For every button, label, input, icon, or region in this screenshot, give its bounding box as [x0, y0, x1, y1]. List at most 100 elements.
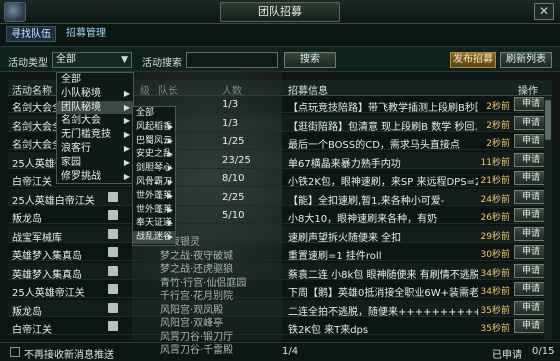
submenu-item[interactable]: 全部	[133, 107, 175, 120]
submenu-item-label: 战乱迷谷	[136, 232, 173, 243]
chevron-right-icon: ▶	[167, 233, 173, 242]
push-checkbox[interactable]	[10, 347, 20, 357]
chevron-right-icon: ▶	[123, 130, 130, 140]
chevron-right-icon: ▶	[167, 164, 173, 173]
refresh-button[interactable]: 刷新列表	[500, 52, 552, 68]
search-button[interactable]: 搜索	[284, 52, 336, 68]
background-list-item: 风霄刀谷·千雷殿	[160, 345, 234, 356]
submenu-item[interactable]: 巴蜀风云 ▶	[133, 135, 175, 148]
chevron-right-icon: ▶	[167, 191, 173, 200]
app-icon	[4, 2, 26, 22]
window-title: 团队招募	[220, 2, 340, 22]
filter-bar: 活动类型 全部 ▼ 活动搜索 搜索 发布招募 刷新列表	[0, 46, 560, 72]
table-row[interactable]: 叛龙岛 5/10 小8大10，眼神速刷来各种，有奶 26秒前 申请	[8, 207, 552, 225]
team-dungeon-submenu: 全部 风起稻香 ▶ 巴蜀风云 ▶ 安史之乱 ▶ 剑胆琴心 ▶ 风骨霸刀 ▶ 世外蓬莱 ▶ 世外蓬莱 ▶ 奉天证…	[132, 106, 176, 246]
scrollbar[interactable]	[544, 96, 552, 340]
background-list-item: 梦之战·还虎驱狼	[160, 264, 234, 275]
class-icon	[108, 302, 118, 313]
activity-name: 英雄梦入集真岛	[12, 251, 82, 262]
background-list-item: 一夜银灵	[160, 237, 200, 248]
recruit-info: 速刷声望拆火随便来 全扣	[288, 232, 402, 244]
submenu-item-label: 风骨霸刀	[136, 177, 173, 187]
publish-button[interactable]: 发布招募	[450, 52, 496, 68]
apply-button[interactable]: 申请	[514, 208, 548, 222]
post-time: 2秒前	[486, 120, 510, 131]
class-icon	[108, 228, 118, 239]
activity-type-select[interactable]: 全部 ▼	[52, 52, 132, 68]
col-info: 招募信息	[288, 86, 328, 97]
recruit-info: 【能】全扣速刷,暂1,来各种小可爱-	[288, 195, 445, 207]
apply-button[interactable]: 申请	[514, 282, 548, 296]
submenu-item[interactable]: 奉天证道 ▶	[133, 217, 175, 230]
menu-item[interactable]: 团队秘境 ▶	[57, 100, 133, 115]
background-list-item: 风霄刀谷·锻刀厅	[160, 331, 234, 343]
submenu-item[interactable]: 剑胆琴心 ▶	[133, 162, 175, 175]
activity-type-dropdown: 全部 小队秘境 ▶ 团队秘境 ▶ 名剑大会 ▶ 无门槛竞技 ▶ 浪客行 ▶ 家园 ▶ 修罗挑战 ▶	[56, 72, 134, 184]
menu-item-label: 团队秘境	[61, 101, 101, 113]
post-time: 34秒前	[480, 268, 510, 279]
col-action: 操作	[518, 86, 538, 97]
chevron-right-icon: ▶	[167, 122, 173, 131]
background-list-item: 青竹·行宫·仙侣庭园	[160, 277, 247, 289]
member-count: 1/25	[222, 136, 245, 147]
apply-button[interactable]: 申请	[514, 134, 548, 148]
chevron-right-icon: ▶	[123, 144, 130, 153]
page-indicator: 1/4	[282, 346, 299, 357]
menu-item[interactable]: 浪客行 ▶	[57, 142, 133, 156]
submenu-item[interactable]: 世外蓬莱 ▶	[133, 204, 175, 217]
recruit-info: 小铁2K包，眼神速刷，来SP 来远程DPS=2	[288, 177, 478, 188]
apply-button[interactable]: 申请	[514, 226, 548, 241]
submenu-item[interactable]: 安史之乱 ▶	[133, 148, 175, 161]
chevron-right-icon: ▶	[123, 171, 130, 181]
menu-item-label: 无门槛竞技	[61, 129, 111, 141]
activity-type-value: 全部	[56, 54, 76, 65]
apply-button[interactable]: 申请	[514, 319, 548, 333]
menu-item[interactable]: 家园 ▶	[57, 156, 133, 170]
submenu-item-label: 剑胆琴心	[136, 163, 173, 174]
submenu-item-label: 风起稻香	[136, 121, 173, 132]
background-list: 一夜银灵 梦之战·夜守破城 梦之战·还虎驱狼 青竹·行宫·仙侣庭园 千行宫·花月别院 风阳…	[160, 236, 282, 360]
submenu-item-label: 全部	[136, 108, 155, 118]
recruit-info: 单67横晶来暴力熟手内功	[288, 158, 401, 170]
tab-recruit-manage[interactable]: 招募管理	[62, 26, 110, 42]
menu-item[interactable]: 修罗挑战 ▶	[57, 170, 133, 184]
menu-item-label: 名剑大会	[61, 115, 101, 127]
recruit-info: 最后一个BOSS的CD，需求马头直接点	[288, 140, 460, 151]
scroll-thumb[interactable]	[545, 100, 551, 140]
chevron-right-icon: ▶	[123, 116, 130, 126]
tab-find-team[interactable]: 寻找队伍	[6, 26, 56, 42]
menu-item[interactable]: 小队秘境 ▶	[57, 87, 133, 101]
activity-name: 25人英雄帝江关	[12, 288, 85, 299]
submenu-item[interactable]: 风起稻香 ▶	[133, 121, 175, 134]
apply-button[interactable]: 申请	[514, 245, 548, 259]
tab-bar: 寻找队伍 招募管理	[0, 26, 560, 42]
apply-button[interactable]: 申请	[514, 171, 548, 185]
submenu-item[interactable]: 世外蓬莱 ▶	[133, 190, 175, 203]
recruit-info: 铁2K包 来T来dps	[288, 325, 369, 336]
background-list-item: 千行宫·花月别院	[160, 291, 234, 302]
class-icon	[108, 284, 118, 294]
submenu-item[interactable]: 风骨霸刀 ▶	[133, 176, 175, 189]
menu-item[interactable]: 无门槛竞技 ▶	[57, 128, 133, 142]
table-row[interactable]: 25人英雄白帝江关 2/25 【能】全扣速刷,暂1,来各种小可爱- 24秒前 申请	[8, 188, 552, 207]
apply-button[interactable]: 申请	[514, 115, 548, 130]
apply-button[interactable]: 申请	[514, 263, 548, 278]
apply-button[interactable]: 申请	[514, 152, 548, 167]
menu-item[interactable]: 名剑大会 ▶	[57, 114, 133, 128]
col-name: 活动名称	[12, 86, 52, 97]
apply-button[interactable]: 申请	[514, 189, 548, 204]
post-time: 30秒前	[480, 250, 510, 260]
recruit-info: 【逛街陪路】包清意 现上段刷B 数学 秒回…	[288, 121, 478, 133]
apply-button[interactable]: 申请	[514, 97, 548, 111]
submenu-item-label: 安史之乱	[136, 149, 173, 160]
post-time: 34秒前	[480, 287, 510, 297]
close-button[interactable]: ✕	[534, 3, 554, 20]
recruit-info: 下周【鹅】英雄0抵消接全职业6W+装需老…	[288, 288, 478, 299]
class-icon	[108, 210, 118, 220]
chevron-down-icon: ▼	[121, 55, 128, 65]
menu-item[interactable]: 全部	[57, 73, 133, 87]
apply-button[interactable]: 申请	[514, 300, 548, 315]
search-input[interactable]	[186, 52, 278, 68]
activity-name: 英雄梦入集真岛	[12, 269, 82, 281]
submenu-item[interactable]: 战乱迷谷 ▶	[133, 231, 175, 245]
